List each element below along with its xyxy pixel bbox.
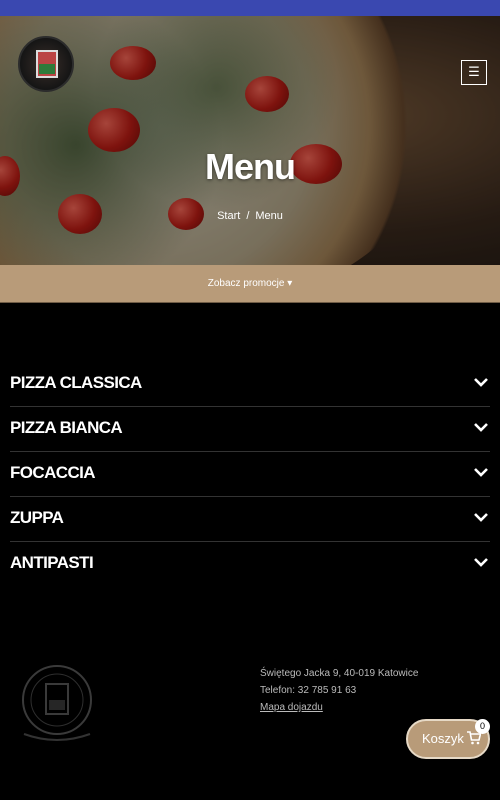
map-link[interactable]: Mapa dojazdu [260, 699, 418, 716]
top-bar [0, 0, 500, 16]
chevron-down-icon [474, 423, 488, 432]
category-zuppa[interactable]: ZUPPA [10, 497, 490, 542]
category-antipasti[interactable]: ANTIPASTI [10, 542, 490, 586]
cart-label: Koszyk [422, 731, 464, 746]
category-focaccia[interactable]: FOCACCIA [10, 452, 490, 497]
promotions-toggle[interactable]: Zobacz promocje ▾ [0, 265, 500, 303]
hero-banner [0, 16, 500, 265]
breadcrumb-home-link[interactable]: Start [217, 210, 240, 222]
category-label: FOCACCIA [10, 463, 96, 482]
chevron-down-icon [474, 378, 488, 387]
category-label: PIZZA CLASSICA [10, 373, 142, 392]
breadcrumb-current: Menu [255, 210, 283, 222]
menu-category-list: PIZZA CLASSICA PIZZA BIANCA FOCACCIA ZUP… [10, 362, 490, 586]
promotions-label: Zobacz promocje ▾ [207, 278, 293, 289]
category-pizza-classica[interactable]: PIZZA CLASSICA [10, 362, 490, 407]
contact-info: Świętego Jacka 9, 40-019 Katowice Telefo… [260, 665, 418, 716]
phone-text[interactable]: Telefon: 32 785 91 63 [260, 682, 418, 699]
chevron-down-icon [474, 513, 488, 522]
restaurant-logo[interactable] [18, 36, 74, 92]
category-label: PIZZA BIANCA [10, 418, 123, 437]
address-text: Świętego Jacka 9, 40-019 Katowice [260, 668, 419, 679]
breadcrumb: Start / Menu [0, 210, 500, 222]
category-pizza-bianca[interactable]: PIZZA BIANCA [10, 407, 490, 452]
category-label: ANTIPASTI [10, 553, 94, 572]
category-label: ZUPPA [10, 508, 64, 527]
chevron-down-icon [474, 468, 488, 477]
page-title: Menu [205, 146, 296, 187]
footer-logo [22, 665, 92, 741]
breadcrumb-separator: / [246, 210, 250, 222]
cart-count-badge: 0 [475, 719, 490, 734]
hamburger-icon: ☰ [468, 65, 480, 80]
hamburger-menu-button[interactable]: ☰ [461, 60, 487, 85]
chevron-down-icon [474, 558, 488, 567]
